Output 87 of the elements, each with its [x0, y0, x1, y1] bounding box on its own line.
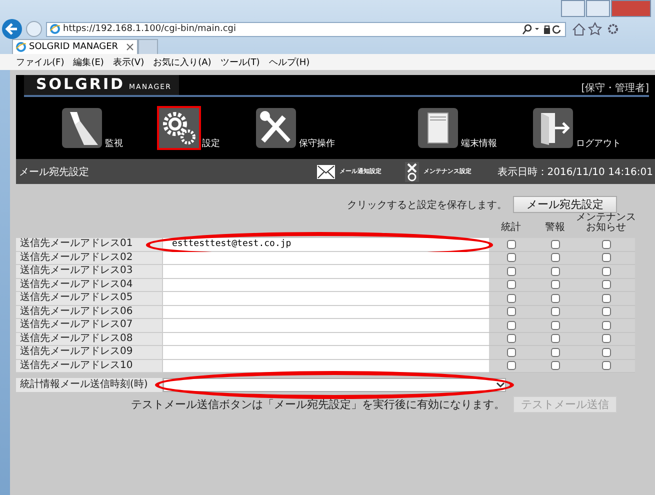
checkbox[interactable]	[550, 240, 560, 249]
checkbox[interactable]	[550, 361, 560, 370]
logo-text: SOLGRID	[36, 75, 126, 93]
email-field[interactable]	[162, 346, 489, 360]
nav-item[interactable]: 端末情報	[416, 106, 497, 150]
menu-item[interactable]: ファイル(F)	[16, 56, 64, 68]
menu-item[interactable]: 編集(E)	[73, 56, 104, 68]
checkbox[interactable]	[506, 307, 516, 316]
checkbox[interactable]	[602, 280, 610, 290]
email-field[interactable]	[162, 265, 489, 278]
checkbox[interactable]	[506, 361, 516, 370]
menu-item[interactable]: 表示(V)	[112, 56, 144, 68]
row-label: 送信先メールアドレス09	[16, 346, 162, 360]
page-title: メール宛先設定	[19, 166, 90, 178]
email-field[interactable]	[162, 332, 489, 346]
toolbar-icons-drawing[interactable]	[570, 22, 620, 36]
checkbox[interactable]	[602, 266, 610, 276]
checkbox[interactable]	[506, 348, 516, 357]
column-header: 警報	[544, 220, 566, 235]
field-label: 統計情報メール送信時刻(時)	[16, 378, 162, 392]
checkbox[interactable]	[550, 320, 560, 330]
nav-item[interactable]: 監視	[60, 106, 123, 150]
gears-icon	[159, 108, 199, 148]
checkbox[interactable]	[506, 266, 516, 276]
checkbox[interactable]	[506, 334, 516, 344]
back-button[interactable]	[2, 19, 22, 39]
close-icon[interactable]	[126, 43, 134, 51]
menu-item[interactable]: ツール(T)	[220, 56, 260, 68]
email-field[interactable]	[162, 306, 489, 319]
row-label: 送信先メールアドレス03	[16, 265, 162, 278]
envelope-icon	[317, 164, 336, 178]
browser-logo-icon	[16, 42, 26, 52]
nav-item[interactable]: ログアウト	[531, 106, 621, 150]
checkbox[interactable]	[550, 253, 560, 262]
checkbox[interactable]	[550, 334, 560, 344]
checkbox[interactable]	[506, 240, 516, 249]
flashlight-icon	[62, 108, 102, 148]
row-label: 送信先メールアドレス06	[16, 306, 162, 319]
checkbox[interactable]	[602, 361, 610, 370]
browser-tab[interactable]: SOLGRID MANAGER	[12, 39, 138, 54]
checkbox[interactable]	[550, 280, 560, 290]
row-label: 送信先メールアドレス08	[16, 332, 162, 346]
display-datetime: 表示日時：2016/11/10 14:16:01	[497, 166, 653, 178]
user-role: [保守・管理者]	[581, 82, 649, 95]
address-bar-icons-drawing[interactable]	[522, 24, 562, 34]
row-label: 送信先メールアドレス07	[16, 319, 162, 332]
checkbox[interactable]	[506, 280, 516, 290]
browser-logo-icon	[50, 24, 60, 34]
info-note: テストメール送信ボタンは「メール宛先設定」を実行後に有効になります。	[131, 397, 505, 412]
save-button[interactable]: メール宛先設定	[513, 196, 617, 213]
email-field[interactable]: esttesttest@test.co.jp	[162, 238, 489, 252]
wrench-screwdriver-icon	[256, 108, 296, 148]
maximize-button[interactable]	[586, 0, 610, 17]
chevron-down-icon	[496, 382, 505, 388]
time-dropdown[interactable]	[163, 378, 506, 392]
checkbox[interactable]	[550, 294, 560, 303]
checkbox[interactable]	[550, 266, 560, 276]
email-field[interactable]	[162, 292, 489, 306]
save-hint: クリックすると設定を保存します。	[347, 198, 507, 212]
checkbox[interactable]	[602, 240, 610, 249]
checkbox[interactable]	[602, 334, 610, 344]
email-field[interactable]	[162, 252, 489, 265]
checkbox[interactable]	[506, 253, 516, 262]
checkbox[interactable]	[602, 348, 610, 357]
email-field[interactable]	[162, 278, 489, 292]
email-field[interactable]	[162, 319, 489, 332]
checkbox[interactable]	[602, 320, 610, 330]
checkbox[interactable]	[602, 253, 610, 262]
row-label: 送信先メールアドレス10	[16, 360, 162, 373]
menu-item[interactable]: ヘルプ(H)	[268, 56, 310, 68]
nav-item[interactable]: 保守操作	[254, 106, 335, 150]
checkbox[interactable]	[550, 348, 560, 357]
column-header: メンテナンス お知らせ	[577, 215, 635, 235]
row-label: 送信先メールアドレス02	[16, 252, 162, 265]
checkbox[interactable]	[550, 307, 560, 316]
cabinet-icon	[418, 108, 458, 148]
checkbox[interactable]	[602, 294, 610, 303]
checkbox[interactable]	[506, 294, 516, 303]
address-field[interactable]: https://192.168.1.100/cgi-bin/main.cgi	[46, 22, 566, 36]
row-label: 送信先メールアドレス05	[16, 292, 162, 306]
row-label: 送信先メールアドレス01	[16, 238, 162, 252]
checkbox[interactable]	[506, 320, 516, 330]
checkbox[interactable]	[602, 307, 610, 316]
row-label: 送信先メールアドレス04	[16, 278, 162, 292]
menu-item[interactable]: お気に入り(A)	[153, 56, 212, 68]
minimize-button[interactable]	[561, 0, 585, 17]
column-header: 統計	[500, 220, 522, 235]
